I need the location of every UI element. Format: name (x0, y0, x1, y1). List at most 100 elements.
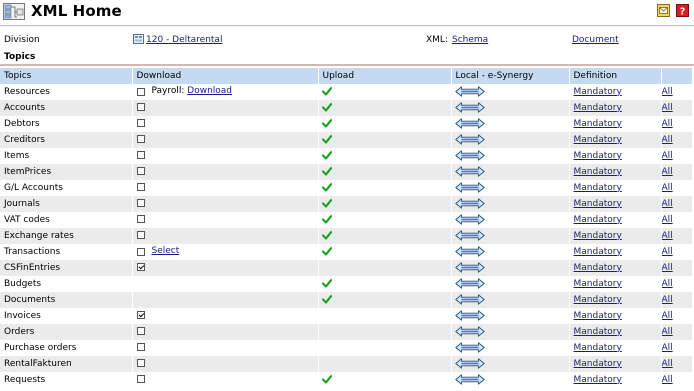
document-link[interactable]: Document (572, 35, 619, 45)
bidirectional-arrow-icon[interactable] (454, 85, 485, 97)
all-link[interactable]: All (662, 199, 673, 209)
all-link[interactable]: All (662, 375, 673, 385)
all-link[interactable]: All (662, 295, 673, 305)
all-link[interactable]: All (662, 311, 673, 321)
bidirectional-arrow-icon[interactable] (454, 373, 485, 385)
mandatory-link[interactable]: Mandatory (574, 167, 622, 177)
mandatory-link[interactable]: Mandatory (574, 359, 622, 369)
mandatory-link[interactable]: Mandatory (574, 151, 622, 161)
all-link[interactable]: All (662, 247, 673, 257)
mandatory-link[interactable]: Mandatory (574, 279, 622, 289)
envelope-icon[interactable] (657, 4, 670, 17)
download-cell: Payroll: Download (132, 84, 319, 100)
all-link[interactable]: All (662, 167, 673, 177)
definition-cell: Mandatory (569, 228, 662, 244)
table-row: Exchange rates Mandatory All (0, 228, 693, 244)
upload-cell (318, 84, 452, 100)
all-link[interactable]: All (662, 103, 673, 113)
mandatory-link[interactable]: Mandatory (574, 343, 622, 353)
mandatory-link[interactable]: Mandatory (574, 295, 622, 305)
bidirectional-arrow-icon[interactable] (454, 325, 485, 337)
mandatory-link[interactable]: Mandatory (574, 231, 622, 241)
bidirectional-arrow-icon[interactable] (454, 133, 485, 145)
mandatory-link[interactable]: Mandatory (574, 247, 622, 257)
all-link[interactable]: All (662, 343, 673, 353)
local-sync-cell (451, 212, 570, 228)
upload-cell (318, 244, 452, 260)
bidirectional-arrow-icon[interactable] (454, 277, 485, 289)
download-checkbox[interactable] (136, 359, 145, 367)
section-divider (0, 64, 694, 66)
check-icon (321, 246, 332, 256)
bidirectional-arrow-icon[interactable] (454, 229, 485, 241)
download-checkbox[interactable] (136, 87, 145, 96)
mandatory-link[interactable]: Mandatory (574, 263, 622, 273)
topic-name: Journals (0, 196, 133, 212)
bidirectional-arrow-icon[interactable] (454, 341, 485, 353)
download-checkbox[interactable] (136, 183, 145, 191)
all-link[interactable]: All (662, 135, 673, 145)
download-checkbox[interactable] (136, 327, 145, 335)
topic-name: Accounts (0, 100, 133, 116)
all-link[interactable]: All (662, 327, 673, 337)
all-link[interactable]: All (662, 151, 673, 161)
bidirectional-arrow-icon[interactable] (454, 309, 485, 321)
download-checkbox[interactable] (136, 151, 145, 159)
download-checkbox[interactable] (136, 311, 145, 319)
download-checkbox[interactable] (136, 263, 145, 271)
download-cell (132, 340, 319, 356)
mandatory-link[interactable]: Mandatory (574, 327, 622, 337)
question-icon[interactable]: ? (676, 4, 689, 17)
download-extra-link[interactable]: Select (152, 246, 180, 256)
all-link[interactable]: All (662, 119, 673, 129)
download-checkbox[interactable] (136, 167, 145, 175)
bidirectional-arrow-icon[interactable] (454, 293, 485, 305)
all-link[interactable]: All (662, 215, 673, 225)
all-link[interactable]: All (662, 263, 673, 273)
download-checkbox[interactable] (136, 135, 145, 143)
bidirectional-arrow-icon[interactable] (454, 165, 485, 177)
download-cell (132, 356, 319, 372)
mandatory-link[interactable]: Mandatory (574, 215, 622, 225)
download-checkbox[interactable] (136, 343, 145, 351)
bidirectional-arrow-icon[interactable] (454, 149, 485, 161)
download-checkbox[interactable] (136, 199, 145, 207)
bidirectional-arrow-icon[interactable] (454, 101, 485, 113)
download-checkbox[interactable] (136, 247, 145, 256)
local-sync-cell (451, 180, 570, 196)
table-row: Accounts Mandatory All (0, 100, 693, 116)
download-checkbox[interactable] (136, 215, 145, 223)
mandatory-link[interactable]: Mandatory (574, 87, 622, 97)
topic-name: Orders (0, 324, 133, 340)
bidirectional-arrow-icon[interactable] (454, 245, 485, 257)
all-cell: All (661, 84, 693, 100)
download-checkbox[interactable] (136, 231, 145, 239)
mandatory-link[interactable]: Mandatory (574, 119, 622, 129)
all-link[interactable]: All (662, 359, 673, 369)
all-link[interactable]: All (662, 279, 673, 289)
all-link[interactable]: All (662, 231, 673, 241)
download-extra-link[interactable]: Download (187, 86, 232, 96)
division-link[interactable]: 120 - Deltarental (146, 35, 222, 45)
mandatory-link[interactable]: Mandatory (574, 311, 622, 321)
bidirectional-arrow-icon[interactable] (454, 213, 485, 225)
all-cell: All (661, 372, 693, 388)
bidirectional-arrow-icon[interactable] (454, 181, 485, 193)
bidirectional-arrow-icon[interactable] (454, 357, 485, 369)
download-checkbox[interactable] (136, 119, 145, 127)
bidirectional-arrow-icon[interactable] (454, 117, 485, 129)
schema-link[interactable]: Schema (452, 35, 488, 45)
mandatory-link[interactable]: Mandatory (574, 375, 622, 385)
all-link[interactable]: All (662, 183, 673, 193)
local-sync-cell (451, 164, 570, 180)
mandatory-link[interactable]: Mandatory (574, 103, 622, 113)
bidirectional-arrow-icon[interactable] (454, 261, 485, 273)
mandatory-link[interactable]: Mandatory (574, 135, 622, 145)
bidirectional-arrow-icon[interactable] (454, 197, 485, 209)
mandatory-link[interactable]: Mandatory (574, 183, 622, 193)
all-link[interactable]: All (662, 87, 673, 97)
download-checkbox[interactable] (136, 375, 145, 383)
mandatory-link[interactable]: Mandatory (574, 199, 622, 209)
download-checkbox[interactable] (136, 103, 145, 111)
check-icon (321, 134, 332, 144)
